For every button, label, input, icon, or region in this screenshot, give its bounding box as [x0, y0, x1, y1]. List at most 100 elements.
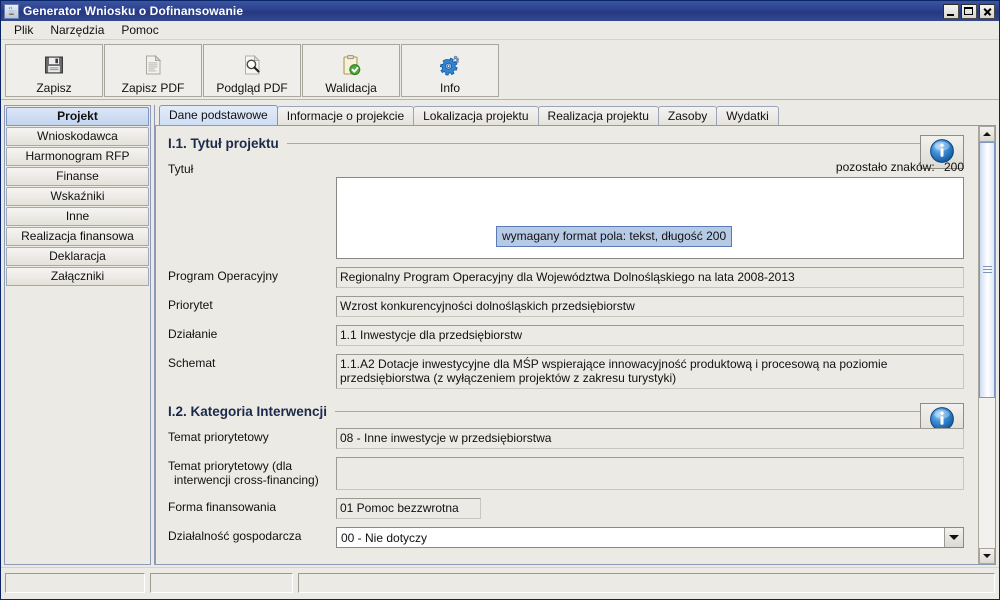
temat-priorytetowy-wrap: 08 - Inne inwestycje w przedsiębiorstwa: [336, 428, 964, 449]
section-2-header: I.2. Kategoria Interwencji: [168, 403, 964, 420]
forma-finansowania-value: 01 Pomoc bezzwrotna: [336, 498, 481, 519]
row-schemat: Schemat 1.1.A2 Dotacje inwestycyjne dla …: [168, 354, 964, 389]
tabbed-pane: Dane podstawowe Informacje o projekcie L…: [155, 105, 996, 565]
status-panel-2: [150, 573, 293, 593]
toolbar: Zapisz Zapisz PDF Podgląd PDF Walidacja …: [1, 40, 999, 100]
temat-priorytetowy-cross-label: Temat priorytetowy (dla interwencji cros…: [168, 457, 336, 487]
minimize-icon[interactable]: [943, 3, 959, 19]
tab-informacje-o-projekcie[interactable]: Informacje o projekcie: [276, 106, 415, 125]
schemat-wrap: 1.1.A2 Dotacje inwestycyjne dla MŚP wspi…: [336, 354, 964, 389]
program-operacyjny-label: Program Operacyjny: [168, 269, 279, 283]
row-tytul: Tytuł pozostało znaków: 200 wymagany for…: [168, 160, 964, 259]
program-operacyjny-value: Regionalny Program Operacyjny dla Wojewó…: [336, 267, 964, 288]
dzialalnosc-gospodarcza-label: Działalność gospodarcza: [168, 529, 302, 543]
temat-priorytetowy-cross-value: [336, 457, 964, 490]
forma-finansowania-label: Forma finansowania: [168, 500, 277, 514]
section-2-rule: [335, 411, 964, 412]
tab-dane-podstawowe[interactable]: Dane podstawowe: [159, 105, 278, 125]
save-pdf-button[interactable]: Zapisz PDF: [104, 44, 202, 97]
menu-bar: Plik Narzędzia Pomoc: [1, 21, 999, 40]
save-button-label: Zapisz: [36, 81, 72, 95]
tab-zasoby[interactable]: Zasoby: [657, 106, 718, 125]
scrollbar-thumb[interactable]: [979, 142, 995, 398]
temat-cross-label-line1: Temat priorytetowy (dla: [168, 459, 293, 473]
sidebar-item-wskazniki[interactable]: Wskaźniki: [6, 187, 149, 206]
row-dzialalnosc-gospodarcza: Działalność gospodarcza 00 - Nie dotyczy: [168, 527, 964, 548]
main-body: Projekt Wnioskodawca Harmonogram RFP Fin…: [1, 101, 999, 567]
row-temat-priorytetowy: Temat priorytetowy 08 - Inne inwestycje …: [168, 428, 964, 449]
scroll-up-arrow-icon[interactable]: [979, 126, 995, 142]
priorytet-label: Priorytet: [168, 298, 213, 312]
schemat-value: 1.1.A2 Dotacje inwestycyjne dla MŚP wspi…: [336, 354, 964, 389]
dzialalnosc-gospodarcza-combobox[interactable]: 00 - Nie dotyczy: [336, 527, 964, 548]
document-page-icon: [142, 50, 164, 80]
scroll-down-arrow-icon[interactable]: [979, 548, 995, 564]
row-dzialanie: Działanie 1.1 Inwestycje dla przedsiębio…: [168, 325, 964, 346]
tytul-field-wrap: pozostało znaków: 200 wymagany format po…: [336, 160, 964, 259]
tab-realizacja-projektu[interactable]: Realizacja projektu: [537, 106, 659, 125]
row-forma-finansowania: Forma finansowania 01 Pomoc bezzwrotna: [168, 498, 964, 519]
char-counter-value: 200: [943, 160, 964, 174]
section-2-title: I.2. Kategoria Interwencji: [168, 404, 328, 419]
save-button[interactable]: Zapisz: [5, 44, 103, 97]
close-icon[interactable]: [979, 3, 995, 19]
temat-priorytetowy-cross-wrap: [336, 457, 964, 490]
sidebar-item-realizacja-finansowa[interactable]: Realizacja finansowa: [6, 227, 149, 246]
sidebar-item-harmonogram-rfp[interactable]: Harmonogram RFP: [6, 147, 149, 166]
sidebar-navigation: Projekt Wnioskodawca Harmonogram RFP Fin…: [4, 105, 150, 565]
validate-button[interactable]: Walidacja: [302, 44, 400, 97]
vertical-scrollbar[interactable]: [978, 126, 995, 564]
floppy-disk-icon: [43, 50, 65, 80]
clipboard-check-icon: [340, 50, 362, 80]
tab-wydatki[interactable]: Wydatki: [716, 106, 779, 125]
row-temat-priorytetowy-cross: Temat priorytetowy (dla interwencji cros…: [168, 457, 964, 490]
window-title: Generator Wniosku o Dofinansowanie: [23, 4, 244, 18]
tab-lokalizacja-projektu[interactable]: Lokalizacja projektu: [413, 106, 539, 125]
section-1-header: I.1. Tytuł projektu: [168, 135, 964, 152]
info-button-label: Info: [439, 81, 460, 95]
char-counter-label: pozostało znaków:: [835, 160, 935, 174]
save-pdf-button-label: Zapisz PDF: [121, 81, 185, 95]
dzialalnosc-gospodarcza-value: 00 - Nie dotyczy: [341, 531, 428, 545]
form-scroll-viewport: I.1. Tytuł projektu Tytuł pozostało znak…: [156, 126, 978, 564]
title-bar: Generator Wniosku o Dofinansowanie: [1, 1, 999, 21]
priorytet-wrap: Wzrost konkurencyjności dolnośląskich pr…: [336, 296, 964, 317]
row-program-operacyjny: Program Operacyjny Regionalny Program Op…: [168, 267, 964, 288]
tab-strip: Dane podstawowe Informacje o projekcie L…: [155, 105, 996, 125]
preview-pdf-button[interactable]: Podgląd PDF: [203, 44, 301, 97]
info-button[interactable]: Info: [401, 44, 499, 97]
validate-button-label: Walidacja: [325, 81, 377, 95]
magnifier-document-icon: [241, 50, 263, 80]
preview-pdf-button-label: Podgląd PDF: [216, 81, 288, 95]
dzialanie-label: Działanie: [168, 327, 218, 341]
status-bar: [1, 567, 999, 599]
menu-item-plik[interactable]: Plik: [6, 21, 42, 40]
chevron-down-icon[interactable]: [944, 528, 963, 547]
section-1-title: I.1. Tytuł projektu: [168, 136, 279, 151]
application-window: Generator Wniosku o Dofinansowanie Plik …: [0, 0, 1000, 600]
menu-item-narzedzia[interactable]: Narzędzia: [42, 21, 113, 40]
temat-cross-label-line2: interwencji cross-financing): [174, 473, 319, 487]
sidebar-item-projekt[interactable]: Projekt: [6, 107, 149, 126]
section-tytul-projektu: I.1. Tytuł projektu Tytuł pozostało znak…: [168, 135, 964, 389]
priorytet-value: Wzrost konkurencyjności dolnośląskich pr…: [336, 296, 964, 317]
menu-item-pomoc[interactable]: Pomoc: [113, 21, 167, 40]
dzialalnosc-gospodarcza-wrap: 00 - Nie dotyczy: [336, 527, 964, 548]
temat-priorytetowy-label: Temat priorytetowy: [168, 430, 269, 444]
program-operacyjny-wrap: Regionalny Program Operacyjny dla Wojewó…: [336, 267, 964, 288]
java-coffee-cup-icon: [4, 3, 19, 19]
gears-icon: [439, 50, 461, 80]
forma-finansowania-wrap: 01 Pomoc bezzwrotna: [336, 498, 964, 519]
section-1-rule: [286, 143, 964, 144]
sidebar-item-wnioskodawca[interactable]: Wnioskodawca: [6, 127, 149, 146]
temat-priorytetowy-value: 08 - Inne inwestycje w przedsiębiorstwa: [336, 428, 964, 449]
char-counter: pozostało znaków: 200: [336, 160, 964, 177]
sidebar-item-finanse[interactable]: Finanse: [6, 167, 149, 186]
maximize-icon[interactable]: [961, 3, 977, 19]
sidebar-item-zalaczniki[interactable]: Załączniki: [6, 267, 149, 286]
sidebar-item-inne[interactable]: Inne: [6, 207, 149, 226]
scrollbar-track[interactable]: [979, 142, 995, 548]
schemat-label: Schemat: [168, 356, 216, 370]
sidebar-item-deklaracja[interactable]: Deklaracja: [6, 247, 149, 266]
window-controls: [943, 3, 995, 19]
